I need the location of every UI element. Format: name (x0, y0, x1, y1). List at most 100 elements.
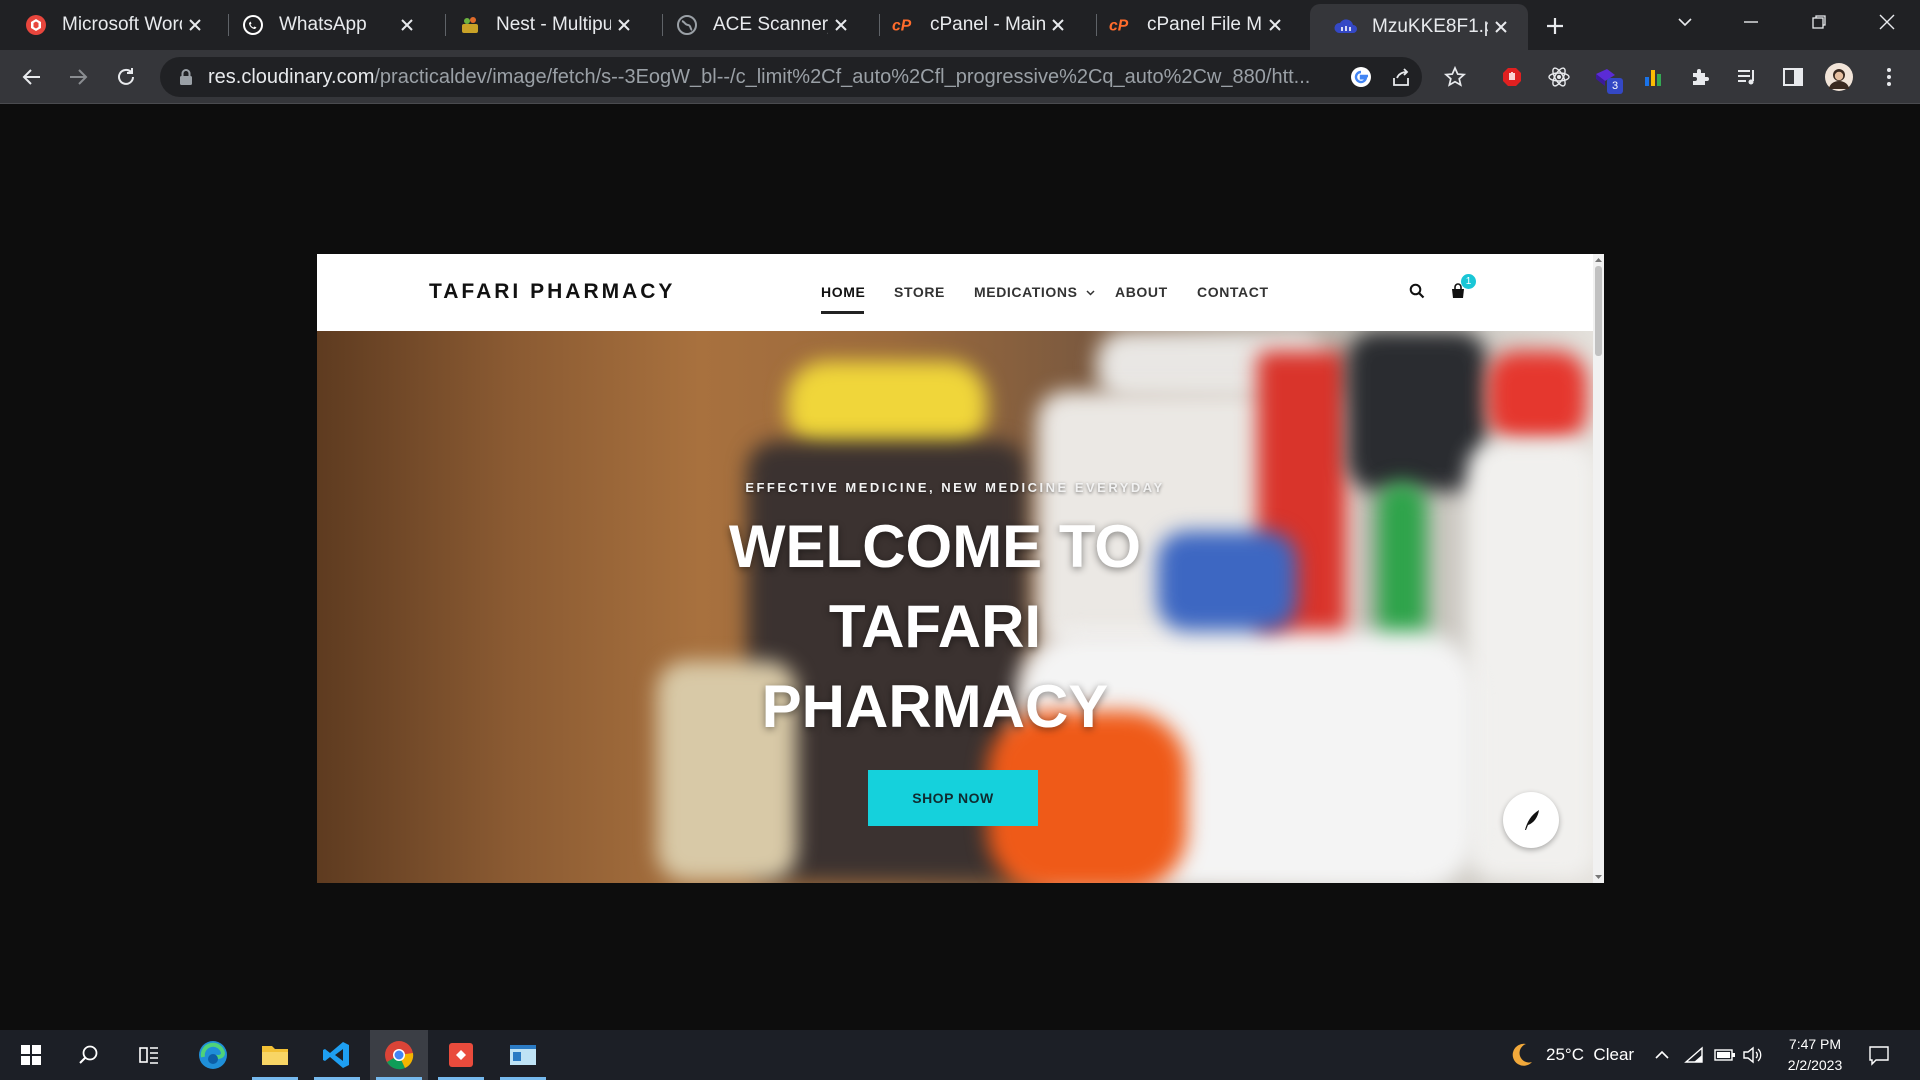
svg-text:cP: cP (892, 18, 912, 35)
hero-bg-shape (1487, 351, 1587, 441)
network-icon[interactable] (1684, 1030, 1704, 1080)
analytics-extension-icon[interactable] (1638, 62, 1668, 92)
edge-icon (199, 1041, 227, 1069)
nav-contact[interactable]: CONTACT (1197, 284, 1269, 300)
extension-badge-icon[interactable]: 3 (1591, 62, 1623, 94)
chevron-up-icon (1655, 1050, 1669, 1059)
tab-label: cPanel File Man (1147, 14, 1262, 35)
taskbar-file-explorer[interactable] (246, 1030, 304, 1080)
tab-label: WhatsApp (279, 14, 367, 35)
tab-ace-scanner[interactable]: ACE Scanner_20 (651, 4, 868, 46)
scroll-up-icon (1595, 258, 1602, 262)
tab-cpanel-main[interactable]: cP cPanel - Main (868, 4, 1085, 46)
tab-search-button[interactable] (1656, 0, 1714, 44)
taskbar-git-app[interactable] (432, 1030, 490, 1080)
address-bar[interactable]: res.cloudinary.com/practicaldev/image/fe… (160, 57, 1422, 97)
react-devtools-icon[interactable] (1544, 62, 1574, 92)
nav-about[interactable]: ABOUT (1115, 284, 1168, 300)
profile-avatar[interactable] (1824, 62, 1854, 92)
cloudinary-icon (1334, 15, 1358, 39)
close-icon (1879, 14, 1895, 30)
battery-icon[interactable] (1714, 1030, 1736, 1080)
close-icon[interactable] (1488, 14, 1514, 40)
arrow-left-icon (22, 69, 40, 85)
search-button[interactable] (60, 1030, 118, 1080)
site-scrollbar[interactable] (1593, 254, 1604, 883)
hero-bg-shape (787, 361, 987, 451)
taskbar-chrome[interactable] (370, 1030, 428, 1080)
back-button[interactable] (16, 61, 48, 93)
nav-store[interactable]: STORE (894, 284, 945, 300)
share-icon[interactable] (1388, 64, 1414, 90)
volume-icon[interactable] (1742, 1030, 1762, 1080)
globe-icon (675, 13, 699, 37)
task-view-icon (139, 1047, 158, 1064)
cpanel-icon: cP (1109, 13, 1133, 37)
url-text[interactable]: res.cloudinary.com/practicaldev/image/fe… (208, 66, 1318, 89)
side-panel-icon[interactable] (1778, 62, 1808, 92)
folder-icon (262, 1046, 288, 1065)
extensions-puzzle-icon[interactable] (1685, 62, 1715, 92)
bookmark-star-icon[interactable] (1440, 62, 1470, 92)
taskbar-control-panel[interactable] (494, 1030, 552, 1080)
media-control-icon[interactable] (1732, 62, 1762, 92)
close-icon[interactable] (394, 12, 420, 38)
kebab-menu-icon[interactable] (1874, 62, 1904, 92)
reload-button[interactable] (110, 61, 142, 93)
url-host: res.cloudinary.com (208, 66, 375, 88)
close-icon[interactable] (611, 12, 637, 38)
tab-label: Nest - Multipurp (496, 14, 611, 35)
close-icon[interactable] (1262, 12, 1288, 38)
svg-text:cP: cP (1109, 18, 1129, 35)
new-tab-button[interactable] (1540, 11, 1570, 41)
cpanel-icon: cP (892, 13, 916, 37)
nav-active-indicator (821, 311, 864, 314)
shop-now-button[interactable]: SHOP NOW (868, 770, 1038, 826)
start-button[interactable] (2, 1030, 60, 1080)
scrollbar-thumb[interactable] (1595, 266, 1602, 356)
hero-title-line: PHARMACY (761, 673, 1109, 740)
chevron-down-icon (1086, 290, 1095, 296)
adblock-extension-icon[interactable] (1497, 62, 1527, 92)
search-icon (79, 1045, 98, 1064)
office-icon (24, 13, 48, 37)
tab-label: cPanel - Main (930, 14, 1045, 35)
close-window-button[interactable] (1858, 0, 1916, 44)
tab-microsoft-word[interactable]: Microsoft Word (0, 4, 222, 46)
google-lens-icon[interactable] (1348, 64, 1374, 90)
quill-chat-button[interactable] (1503, 792, 1559, 848)
tab-cloudinary-image[interactable]: MzuKKE8F1.png (1310, 4, 1528, 50)
restore-icon (1812, 15, 1826, 29)
tab-cpanel-file-manager[interactable]: cP cPanel File Man (1085, 4, 1302, 46)
taskbar-vscode[interactable] (308, 1030, 366, 1080)
scroll-down-icon (1595, 875, 1602, 879)
hero-bg-shape (1347, 331, 1487, 491)
close-icon[interactable] (182, 12, 208, 38)
search-icon[interactable] (1406, 280, 1428, 302)
nav-home[interactable]: HOME (821, 284, 865, 300)
close-icon[interactable] (828, 12, 854, 38)
restore-button[interactable] (1790, 0, 1848, 44)
taskbar-edge[interactable] (184, 1030, 242, 1080)
tab-label: Microsoft Word (62, 14, 182, 35)
weather-widget[interactable]: 25°C Clear (1506, 1030, 1634, 1080)
vscode-icon (323, 1042, 349, 1068)
tab-whatsapp[interactable]: WhatsApp (217, 4, 434, 46)
site-brand[interactable]: TAFARI PHARMACY (429, 280, 675, 304)
hero-title-line: WELCOME TO (728, 513, 1142, 580)
system-clock[interactable]: 7:47 PM 2/2/2023 (1765, 1034, 1865, 1076)
nest-icon (458, 13, 482, 37)
weather-text: 25°C Clear (1546, 1045, 1635, 1064)
close-icon[interactable] (1045, 12, 1071, 38)
arrow-right-icon (70, 69, 88, 85)
quill-icon (1525, 810, 1539, 830)
show-hidden-icons[interactable] (1654, 1030, 1670, 1080)
notifications-icon[interactable] (1868, 1030, 1890, 1080)
nav-medications[interactable]: MEDICATIONS (974, 284, 1095, 300)
minimize-button[interactable] (1722, 0, 1780, 44)
minimize-icon (1744, 21, 1758, 23)
hero-banner: EFFECTIVE MEDICINE, NEW MEDICINE EVERYDA… (317, 331, 1593, 883)
tab-nest[interactable]: Nest - Multipurp (434, 4, 651, 46)
task-view-button[interactable] (120, 1030, 178, 1080)
forward-button[interactable] (62, 61, 94, 93)
